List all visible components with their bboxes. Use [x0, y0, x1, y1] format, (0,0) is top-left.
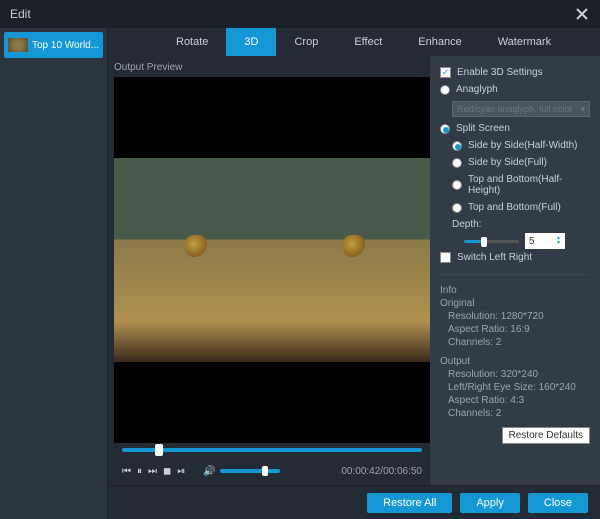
anaglyph-combo-value: Red/cyan anaglyph, full color	[457, 104, 573, 114]
enable-3d-checkbox[interactable]	[440, 67, 451, 78]
step-icon[interactable]: ⏯	[177, 466, 185, 477]
restore-defaults-button[interactable]: Restore Defaults	[502, 427, 590, 444]
depth-value: 5	[529, 236, 535, 247]
seek-thumb[interactable]	[155, 444, 163, 456]
anaglyph-radio[interactable]	[440, 85, 450, 95]
anaglyph-combo[interactable]: Red/cyan anaglyph, full color ▾	[452, 101, 590, 117]
sbs-full-label: Side by Side(Full)	[468, 157, 547, 168]
video-preview[interactable]	[114, 77, 430, 443]
next-icon[interactable]: ⏭	[148, 466, 157, 477]
tab-bar: Rotate 3D Crop Effect Enhance Watermark	[108, 28, 600, 56]
depth-label: Depth:	[452, 219, 481, 230]
tb-half-radio[interactable]	[452, 180, 462, 190]
tb-full-label: Top and Bottom(Full)	[468, 202, 561, 213]
preview-label: Output Preview	[114, 62, 430, 73]
chevron-down-icon: ▾	[580, 104, 585, 115]
original-header: Original	[440, 298, 590, 309]
titlebar: Edit	[0, 0, 600, 28]
original-aspect: Aspect Ratio: 16:9	[440, 324, 590, 335]
tb-full-radio[interactable]	[452, 203, 462, 213]
depth-spinner[interactable]: 5 ▲▼	[525, 233, 565, 249]
sbs-full-radio[interactable]	[452, 158, 462, 168]
volume-thumb[interactable]	[262, 466, 268, 476]
close-button[interactable]: Close	[528, 493, 588, 513]
output-aspect: Aspect Ratio: 4:3	[440, 395, 590, 406]
spin-down-icon[interactable]: ▼	[556, 241, 561, 246]
file-thumbnail	[8, 38, 28, 52]
info-header: Info	[440, 285, 590, 296]
output-channels: Channels: 2	[440, 408, 590, 419]
volume-slider[interactable]	[220, 469, 280, 473]
switch-lr-label: Switch Left Right	[457, 252, 532, 263]
tab-effect[interactable]: Effect	[336, 28, 400, 56]
split-screen-label: Split Screen	[456, 123, 510, 134]
preview-pane: Output Preview ⏮ ⏸ ⏭	[108, 56, 430, 485]
tab-crop[interactable]: Crop	[276, 28, 336, 56]
playback-controls: ⏮ ⏸ ⏭ ◼ ⏯ 🔊 00:00:42/00:06:50	[114, 457, 430, 485]
depth-slider[interactable]	[464, 240, 519, 243]
enable-3d-label: Enable 3D Settings	[457, 67, 543, 78]
original-channels: Channels: 2	[440, 337, 590, 348]
window-title: Edit	[10, 7, 31, 21]
pause-icon[interactable]: ⏸	[137, 466, 142, 477]
right-eye-frame	[272, 158, 430, 363]
sbs-half-radio[interactable]	[452, 141, 462, 151]
tab-rotate[interactable]: Rotate	[158, 28, 226, 56]
footer: Restore All Apply Close	[108, 485, 600, 519]
anaglyph-label: Anaglyph	[456, 84, 498, 95]
switch-lr-checkbox[interactable]	[440, 252, 451, 263]
prev-icon[interactable]: ⏮	[122, 466, 131, 477]
close-icon[interactable]	[574, 6, 590, 22]
seek-bar[interactable]	[114, 443, 430, 457]
volume-icon[interactable]: 🔊	[203, 466, 215, 477]
split-screen-radio[interactable]	[440, 124, 450, 134]
restore-all-button[interactable]: Restore All	[367, 493, 452, 513]
apply-button[interactable]: Apply	[460, 493, 520, 513]
file-label: Top 10 World...	[32, 40, 99, 51]
left-eye-frame	[114, 158, 272, 363]
file-sidebar: Top 10 World...	[0, 28, 108, 519]
depth-thumb[interactable]	[481, 237, 487, 247]
time-display: 00:00:42/00:06:50	[341, 466, 422, 477]
tab-enhance[interactable]: Enhance	[400, 28, 479, 56]
edit-window: Edit Top 10 World... Rotate 3D Crop Effe…	[0, 0, 600, 519]
output-eyesize: Left/Right Eye Size: 160*240	[440, 382, 590, 393]
stop-icon[interactable]: ◼	[163, 466, 171, 477]
settings-pane: Enable 3D Settings Anaglyph Red/cyan ana…	[430, 56, 600, 485]
tab-3d[interactable]: 3D	[226, 28, 276, 56]
info-block: Info Original Resolution: 1280*720 Aspec…	[440, 283, 590, 421]
sbs-half-label: Side by Side(Half-Width)	[468, 140, 577, 151]
tab-watermark[interactable]: Watermark	[480, 28, 569, 56]
original-resolution: Resolution: 1280*720	[440, 311, 590, 322]
tb-half-label: Top and Bottom(Half-Height)	[468, 174, 590, 196]
file-item[interactable]: Top 10 World...	[4, 32, 103, 58]
output-header: Output	[440, 356, 590, 367]
output-resolution: Resolution: 320*240	[440, 369, 590, 380]
